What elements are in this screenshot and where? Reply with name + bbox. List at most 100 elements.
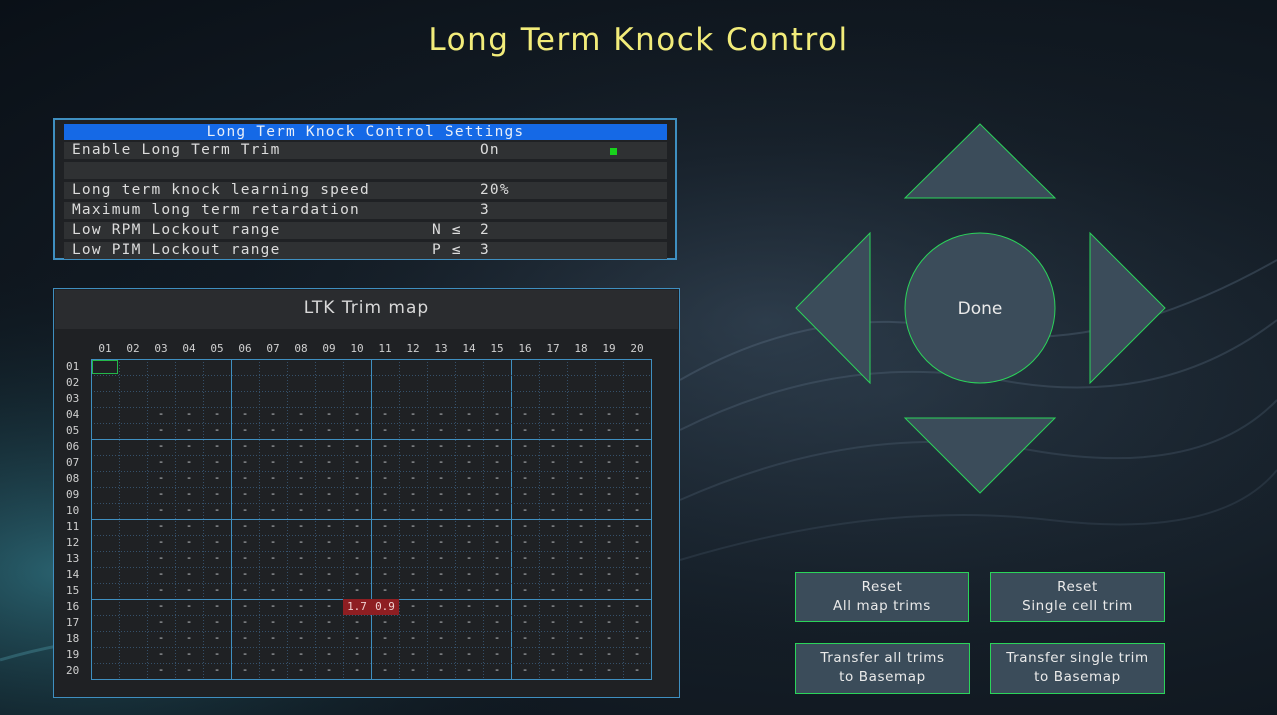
map-cell[interactable] — [91, 471, 119, 487]
map-cell[interactable]: - — [203, 471, 231, 487]
map-cell[interactable] — [567, 391, 595, 407]
map-cell[interactable] — [315, 375, 343, 391]
map-cell[interactable]: - — [567, 455, 595, 471]
map-cell[interactable]: - — [539, 471, 567, 487]
map-cell[interactable] — [539, 391, 567, 407]
map-cell[interactable] — [623, 375, 651, 391]
map-cell[interactable] — [91, 615, 119, 631]
map-cell[interactable]: - — [539, 631, 567, 647]
map-cell[interactable]: - — [567, 567, 595, 583]
map-cell[interactable]: - — [399, 599, 427, 615]
map-cell[interactable]: - — [427, 551, 455, 567]
map-cell[interactable]: - — [259, 519, 287, 535]
map-cell[interactable] — [427, 391, 455, 407]
map-cell[interactable]: - — [595, 535, 623, 551]
map-cell[interactable]: - — [539, 455, 567, 471]
map-cell[interactable]: - — [539, 503, 567, 519]
map-cell[interactable]: - — [203, 615, 231, 631]
map-cell[interactable] — [203, 359, 231, 375]
map-cell[interactable]: - — [147, 439, 175, 455]
map-cell[interactable]: - — [231, 647, 259, 663]
map-cell[interactable]: - — [315, 407, 343, 423]
map-cell[interactable]: - — [371, 551, 399, 567]
map-cell[interactable]: - — [203, 535, 231, 551]
map-cell[interactable]: - — [623, 519, 651, 535]
map-cell[interactable]: - — [483, 519, 511, 535]
map-cell[interactable]: - — [175, 455, 203, 471]
map-cell[interactable] — [119, 583, 147, 599]
map-cell[interactable]: - — [175, 647, 203, 663]
transfer-single-trim-button[interactable]: Transfer single trim to Basemap — [990, 643, 1165, 694]
map-cell[interactable]: - — [259, 423, 287, 439]
map-cell[interactable]: - — [427, 663, 455, 679]
map-cell[interactable] — [231, 359, 259, 375]
map-cell[interactable]: - — [623, 423, 651, 439]
map-cell[interactable] — [91, 631, 119, 647]
map-cell[interactable] — [483, 391, 511, 407]
map-cell[interactable]: - — [455, 439, 483, 455]
map-cell[interactable]: - — [175, 535, 203, 551]
map-cell[interactable] — [343, 375, 371, 391]
map-cell[interactable]: - — [595, 423, 623, 439]
map-cell[interactable]: - — [399, 647, 427, 663]
map-cell[interactable]: 1.7 — [343, 599, 371, 615]
map-cell[interactable]: - — [259, 663, 287, 679]
map-cell[interactable]: - — [567, 583, 595, 599]
map-cell[interactable]: - — [455, 647, 483, 663]
map-cell[interactable]: - — [175, 599, 203, 615]
map-cell[interactable]: - — [371, 647, 399, 663]
map-cell[interactable]: - — [371, 583, 399, 599]
map-cell[interactable]: - — [287, 647, 315, 663]
map-cell[interactable]: - — [623, 535, 651, 551]
map-cell[interactable]: - — [175, 519, 203, 535]
map-cell[interactable]: - — [483, 599, 511, 615]
map-cell[interactable]: - — [203, 455, 231, 471]
map-cell[interactable]: - — [399, 535, 427, 551]
map-cell[interactable]: - — [343, 519, 371, 535]
map-cell[interactable]: - — [427, 407, 455, 423]
map-cell[interactable]: - — [539, 583, 567, 599]
map-cell[interactable]: - — [623, 439, 651, 455]
map-cell[interactable] — [91, 487, 119, 503]
map-cell[interactable]: - — [483, 471, 511, 487]
map-cell[interactable]: - — [203, 663, 231, 679]
map-cell[interactable]: - — [343, 439, 371, 455]
map-cell[interactable]: - — [147, 551, 175, 567]
map-cell[interactable]: - — [399, 407, 427, 423]
map-cell[interactable]: - — [147, 471, 175, 487]
map-cell[interactable] — [511, 359, 539, 375]
map-cell[interactable]: - — [567, 663, 595, 679]
map-cell[interactable]: - — [343, 487, 371, 503]
map-cell[interactable]: - — [343, 615, 371, 631]
map-cell[interactable]: - — [315, 647, 343, 663]
map-cell[interactable]: - — [315, 519, 343, 535]
map-cell[interactable]: - — [427, 471, 455, 487]
map-cell[interactable]: - — [343, 567, 371, 583]
map-cell[interactable]: - — [511, 567, 539, 583]
map-cell[interactable]: - — [623, 631, 651, 647]
map-cell[interactable] — [175, 391, 203, 407]
map-cell[interactable]: - — [455, 663, 483, 679]
map-cell[interactable]: - — [371, 663, 399, 679]
map-cell[interactable]: - — [147, 631, 175, 647]
map-cell[interactable]: - — [231, 631, 259, 647]
map-cell[interactable]: - — [203, 503, 231, 519]
map-cell[interactable] — [567, 359, 595, 375]
map-cell[interactable]: - — [259, 439, 287, 455]
map-cell[interactable]: - — [483, 583, 511, 599]
map-cell[interactable]: - — [539, 535, 567, 551]
map-cell[interactable] — [119, 519, 147, 535]
map-cell[interactable]: - — [231, 583, 259, 599]
map-cell[interactable]: - — [595, 551, 623, 567]
map-cell[interactable]: - — [539, 567, 567, 583]
map-cell[interactable]: - — [483, 647, 511, 663]
map-cell[interactable]: - — [399, 551, 427, 567]
map-cell[interactable]: - — [455, 407, 483, 423]
map-cell[interactable]: - — [623, 455, 651, 471]
map-cell[interactable]: - — [511, 647, 539, 663]
map-cell[interactable]: - — [511, 535, 539, 551]
setting-row-enable-trim[interactable]: Enable Long Term Trim On — [64, 142, 667, 159]
map-cell[interactable]: - — [315, 583, 343, 599]
map-cell[interactable]: - — [623, 567, 651, 583]
map-cell[interactable]: - — [539, 487, 567, 503]
